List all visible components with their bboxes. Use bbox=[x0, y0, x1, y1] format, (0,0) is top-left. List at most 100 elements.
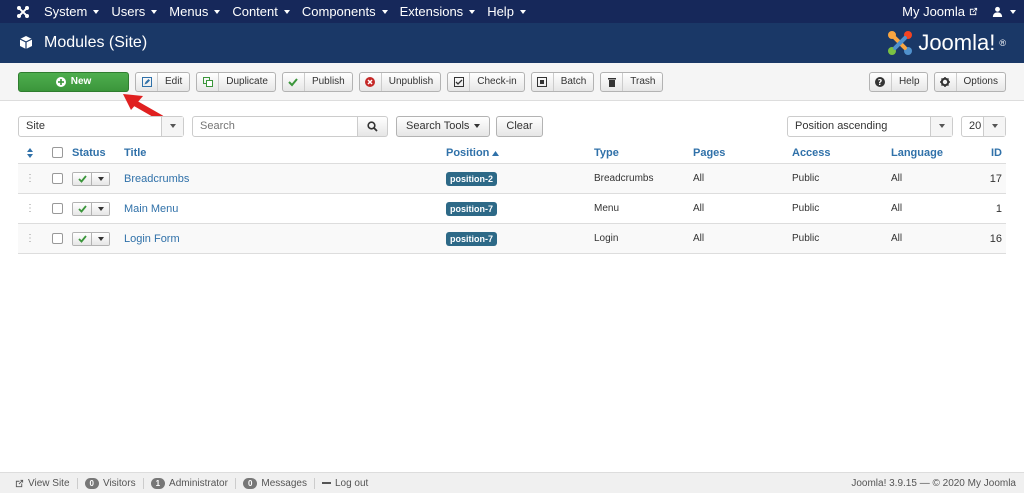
cell-access: Public bbox=[792, 173, 820, 184]
client-select[interactable]: Site bbox=[18, 115, 184, 137]
menu-menus[interactable]: Menus bbox=[163, 4, 226, 19]
cell-pages: All bbox=[693, 173, 705, 184]
position-badge[interactable]: position-2 bbox=[446, 171, 497, 186]
header-language[interactable]: Language bbox=[891, 147, 979, 159]
cell-type: Login bbox=[594, 233, 619, 244]
menu-help[interactable]: Help bbox=[481, 4, 532, 19]
module-title-link[interactable]: Main Menu bbox=[124, 203, 178, 215]
help-button[interactable]: ? Help bbox=[868, 71, 928, 92]
ordering-select[interactable]: Position ascending bbox=[787, 115, 953, 137]
checkbox-icon bbox=[448, 72, 471, 91]
header-position[interactable]: Position bbox=[446, 147, 594, 159]
search-button[interactable] bbox=[358, 115, 388, 137]
limit-select[interactable]: 20 bbox=[961, 115, 1006, 137]
checkin-button[interactable]: Check-in bbox=[447, 71, 525, 92]
filter-bar: Site Search Tools Clear Position ascendi… bbox=[18, 115, 1006, 137]
publish-button[interactable]: Publish bbox=[281, 71, 353, 92]
header-pages[interactable]: Pages bbox=[693, 147, 792, 159]
menu-extensions[interactable]: Extensions bbox=[394, 4, 482, 19]
administrator-link[interactable]: 1 Administrator bbox=[144, 477, 236, 489]
batch-button[interactable]: Batch bbox=[530, 71, 595, 92]
chevron-down-icon bbox=[474, 124, 481, 128]
cell-type: Breadcrumbs bbox=[594, 173, 654, 184]
view-site-link[interactable]: View Site bbox=[8, 477, 78, 489]
search-icon bbox=[367, 120, 378, 132]
cell-type: Menu bbox=[594, 203, 620, 214]
header-title[interactable]: Title bbox=[124, 147, 446, 159]
page-header: Modules (Site) Joomla! ® bbox=[0, 23, 1024, 63]
header-status[interactable]: Status bbox=[72, 147, 124, 159]
header-id[interactable]: ID bbox=[979, 147, 1006, 159]
status-toggle bbox=[72, 201, 110, 216]
new-button[interactable]: New bbox=[18, 71, 129, 92]
header-access[interactable]: Access bbox=[792, 147, 891, 159]
joomla-logo-icon bbox=[888, 31, 913, 55]
cell-id: 16 bbox=[989, 232, 1002, 245]
site-link[interactable]: My Joomla bbox=[902, 4, 978, 19]
visitors-link[interactable]: 0 Visitors bbox=[78, 477, 144, 489]
cell-language: All bbox=[891, 233, 903, 244]
chevron-down-icon bbox=[283, 9, 290, 14]
search-input[interactable] bbox=[192, 115, 358, 137]
published-check-icon[interactable] bbox=[73, 202, 92, 215]
chevron-down-icon bbox=[161, 116, 183, 136]
module-title-link[interactable]: Breadcrumbs bbox=[124, 173, 189, 185]
copyright-text: Joomla! 3.9.15 — © 2020 My Joomla bbox=[851, 477, 1016, 489]
status-dropdown-icon[interactable] bbox=[92, 202, 109, 215]
cell-language: All bbox=[891, 203, 903, 214]
unpublish-button[interactable]: Unpublish bbox=[358, 71, 442, 92]
svg-text:?: ? bbox=[878, 78, 883, 87]
published-check-icon[interactable] bbox=[73, 232, 92, 245]
cell-language: All bbox=[891, 173, 903, 184]
duplicate-button[interactable]: Duplicate bbox=[196, 71, 276, 92]
position-badge[interactable]: position-7 bbox=[446, 201, 497, 216]
options-button[interactable]: Options bbox=[933, 71, 1006, 92]
published-check-icon[interactable] bbox=[73, 172, 92, 185]
row-checkbox[interactable] bbox=[51, 203, 63, 214]
chevron-down-icon bbox=[983, 116, 1005, 136]
close-circle-icon bbox=[360, 72, 382, 91]
page-title: Modules (Site) bbox=[44, 34, 148, 51]
visitors-count-badge: 0 bbox=[84, 477, 99, 489]
user-menu[interactable] bbox=[992, 6, 1016, 17]
joomla-logo-icon[interactable] bbox=[8, 5, 38, 19]
table-row: ⋮ Login Form position-7 Login All Public… bbox=[18, 224, 1006, 254]
chevron-down-icon bbox=[930, 116, 952, 136]
messages-link[interactable]: 0 Messages bbox=[236, 477, 315, 489]
batch-icon bbox=[532, 72, 554, 91]
cube-icon bbox=[19, 36, 33, 49]
drag-handle-icon[interactable]: ⋮ bbox=[18, 203, 42, 214]
trash-button[interactable]: Trash bbox=[600, 71, 664, 92]
status-toggle bbox=[72, 231, 110, 246]
module-title-link[interactable]: Login Form bbox=[124, 233, 180, 245]
status-toggle bbox=[72, 171, 110, 186]
modules-table: Status Title Position Type Pages Access … bbox=[18, 142, 1006, 254]
status-dropdown-icon[interactable] bbox=[92, 232, 109, 245]
position-badge[interactable]: position-7 bbox=[446, 231, 497, 246]
select-all-checkbox[interactable] bbox=[51, 147, 63, 158]
cell-id: 1 bbox=[995, 202, 1002, 215]
menu-users[interactable]: Users bbox=[105, 4, 163, 19]
header-type[interactable]: Type bbox=[594, 147, 693, 159]
row-checkbox[interactable] bbox=[51, 173, 63, 184]
table-header: Status Title Position Type Pages Access … bbox=[18, 142, 1006, 164]
drag-handle-icon[interactable]: ⋮ bbox=[18, 233, 42, 244]
clear-button[interactable]: Clear bbox=[496, 115, 543, 137]
row-checkbox[interactable] bbox=[51, 233, 63, 244]
chevron-down-icon bbox=[93, 9, 100, 14]
search-tools-button[interactable]: Search Tools bbox=[396, 115, 491, 137]
chevron-down-icon bbox=[1010, 9, 1016, 14]
sort-ordering-icon[interactable] bbox=[18, 147, 42, 158]
user-icon bbox=[992, 6, 1003, 17]
menu-components[interactable]: Components bbox=[296, 4, 394, 19]
menu-content[interactable]: Content bbox=[226, 4, 296, 19]
edit-button[interactable]: Edit bbox=[135, 71, 191, 92]
copy-icon bbox=[197, 72, 220, 91]
logout-link[interactable]: Log out bbox=[315, 478, 375, 489]
gear-icon bbox=[935, 72, 957, 91]
plus-circle-icon bbox=[55, 76, 66, 87]
status-dropdown-icon[interactable] bbox=[92, 172, 109, 185]
menu-system[interactable]: System bbox=[38, 4, 105, 19]
cell-pages: All bbox=[693, 203, 705, 214]
drag-handle-icon[interactable]: ⋮ bbox=[18, 173, 42, 184]
